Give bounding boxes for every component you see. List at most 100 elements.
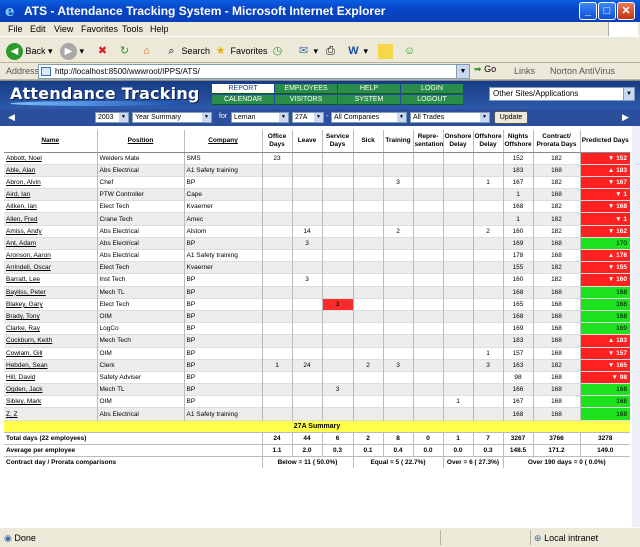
employee-name-link[interactable]: Aitken, Ian [4,200,97,213]
employee-name-link[interactable]: Aird, Ian [4,188,97,201]
employee-name-link[interactable]: Abbott, Noel [4,151,97,165]
menu-tools[interactable]: Tools [122,24,143,34]
nav-calendar[interactable]: CALENDAR [212,95,274,105]
table-row: Abbott, Noel Welders Mate SMS 23 152 182 ▼ 152 [4,151,630,165]
group-select[interactable]: 27A ▼ [292,112,324,123]
favorites-button[interactable]: ★ Favorites [213,42,268,60]
next-arrow-icon[interactable]: ▶ [620,111,631,123]
employee-name-link[interactable]: Barratt, Lee [4,273,97,287]
employee-name-link[interactable]: Brady, Tony [4,309,97,323]
norton-button[interactable]: Norton AntiVirus [550,66,615,76]
position-cell: Abs Electrical [96,163,184,177]
employee-name-link[interactable]: Arrindell, Oscar [4,261,97,274]
menu-file[interactable]: File [8,24,23,34]
employee-name-link[interactable]: Aronson, Aaron [4,248,97,262]
address-dropdown-icon[interactable]: ▼ [456,65,469,78]
nav-visitors[interactable]: VISITORS [275,95,337,105]
value-cell [442,383,473,396]
employee-name-link[interactable]: Blakey, Gary [4,297,97,311]
mail-button[interactable]: ✉ ▾ [296,42,318,60]
value-cell [442,248,473,262]
position-cell: LogCo [96,322,184,335]
forward-button[interactable]: ▶ ▾ [60,42,84,61]
minimize-button[interactable]: _ [579,2,597,20]
value-cell [412,285,443,299]
employee-name-link[interactable]: Hill, David [4,370,97,384]
nav-report[interactable]: REPORT [212,84,274,94]
nav-help[interactable]: HELP [338,84,400,94]
employee-name-link[interactable]: Sibley, Mark [4,395,97,408]
predicted-days-cell: ▼ 152 [579,151,630,165]
links-button[interactable]: Links [514,66,535,76]
address-input[interactable]: http://localhost:8500/wwwroot/IPPS/ATS/ … [38,64,470,79]
trade-value: All Trades [413,114,445,121]
employee-name-link[interactable]: Amiss, Andy [4,224,97,238]
col-position[interactable]: Position [96,130,184,153]
print-button[interactable]: ⎙ [323,42,338,60]
refresh-button[interactable]: ↻ [117,42,132,60]
trade-select[interactable]: All Trades ▼ [410,112,490,123]
favorites-label: Favorites [230,46,268,56]
employee-name-link[interactable]: Z, Z [4,407,97,421]
nav-employees[interactable]: EMPLOYEES [275,84,337,94]
edit-button[interactable]: W ▾ [346,42,368,60]
employee-name-link[interactable]: Hebden, Sean [4,358,97,372]
report-select[interactable]: Year Summary ▼ [132,112,212,123]
employee-name-link[interactable]: Ant, Adam [4,236,97,250]
value-cell [352,151,383,165]
scrollbar[interactable] [632,126,640,527]
search-button[interactable]: ⌕ Search [164,42,210,60]
employee-name-link[interactable]: Cowlam, Gill [4,346,97,360]
company-select[interactable]: All Companies ▼ [331,112,407,123]
location-select[interactable]: Leman ▼ [231,112,289,123]
report-dropdown-icon: ▼ [202,113,211,122]
year-select[interactable]: 2003 ▼ [95,112,129,123]
employee-name-link[interactable]: Allen, Fred [4,212,97,226]
value-cell: 152 [502,151,533,165]
home-icon: ⌂ [143,45,150,58]
col-company[interactable]: Company [183,130,262,153]
menu-help[interactable]: Help [150,24,169,34]
nav-login[interactable]: LOGIN [401,84,463,94]
menu-edit[interactable]: Edit [30,24,46,34]
go-button[interactable]: ➡ Go [474,64,496,75]
close-button[interactable]: ✕ [617,2,635,20]
history-button[interactable]: ◷ [270,42,285,60]
employee-name-link[interactable]: Abron, Alvin [4,175,97,189]
value-cell [291,261,322,274]
home-button[interactable]: ⌂ [139,42,154,60]
menu-favorites[interactable]: Favorites [81,24,118,34]
nav-system[interactable]: SYSTEM [338,95,400,105]
predicted-days-cell: 168 [579,309,630,323]
value-cell [442,358,473,372]
totals-row-value: 3278 [579,431,630,445]
col-onshore-delay: Onshore Delay [442,130,473,153]
value-cell: 182 [532,200,580,213]
employee-name-link[interactable]: Ogden, Jack [4,383,97,396]
table-header-row: Name Position Company Office Days Leave … [4,130,630,153]
value-cell [472,188,503,201]
messenger-button[interactable]: ☺ [402,42,417,60]
update-button[interactable]: Update [494,111,528,124]
employee-name-link[interactable]: Able, Alan [4,163,97,177]
stop-button[interactable]: ✖ [95,42,110,60]
sites-dropdown-icon: ▼ [623,88,634,100]
prev-arrow-icon[interactable]: ◀ [6,111,17,123]
value-cell: 182 [532,261,580,274]
table-row: Arrindell, Oscar Elect Tech Kvaerner 155 182… [4,261,630,274]
totals-row-value: 0 [412,431,443,445]
employee-name-link[interactable]: Clarke, Ray [4,322,97,335]
col-name[interactable]: Name [4,130,97,153]
employee-name-link[interactable]: Cockburn, Keith [4,334,97,347]
employee-name-link[interactable]: Bayliss, Peter [4,285,97,299]
table-row: Bayliss, Peter Mech TL BP 168 168 168 [4,285,630,299]
nav-logout[interactable]: LOGOUT [401,95,463,105]
maximize-button[interactable]: □ [598,2,616,20]
sites-select[interactable]: Other Sites/Applications ▼ [489,87,635,101]
toolbar: ◀ Back ▾ ▶ ▾ ✖ ↻ ⌂ ⌕ Search ★ Favorites … [0,36,640,63]
value-cell: 163 [502,358,533,372]
back-button[interactable]: ◀ Back ▾ [6,42,53,61]
discuss-button[interactable] [378,42,393,60]
menu-view[interactable]: View [54,24,73,34]
value-cell [472,383,503,396]
